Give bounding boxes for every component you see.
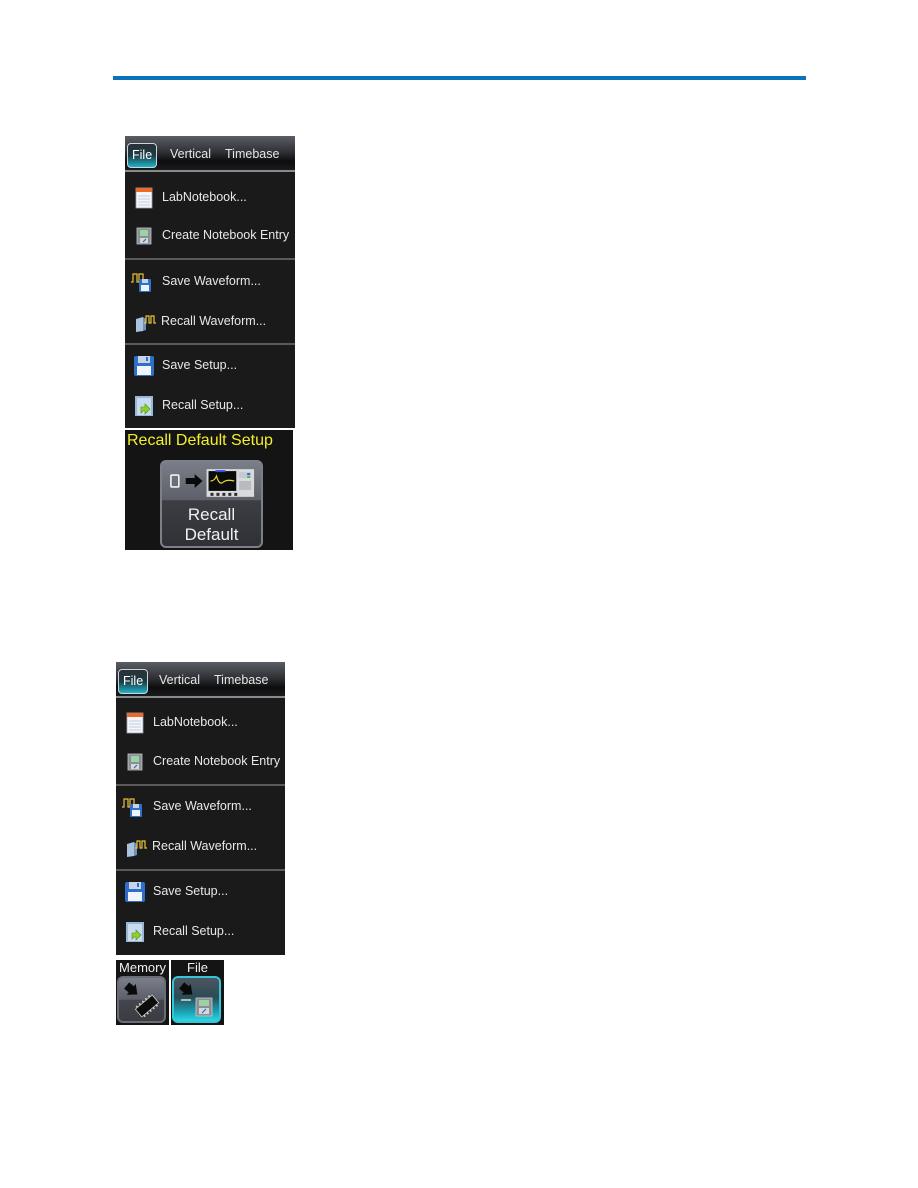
default-to-scope-icon [170,469,255,497]
save-setup-icon [134,356,154,376]
tab-file[interactable]: File [127,143,158,168]
menu-item-recall-setup[interactable]: Recall Setup... [116,912,285,952]
menu-item-save-setup[interactable]: Save Setup... [125,346,295,386]
menu-bar: File Vertical Timebase [116,662,285,698]
recall-waveform-icon [136,315,156,332]
file-disk-icon [179,982,213,1017]
memory-destination: Memory [116,960,169,1025]
menu-item-label: Recall Setup... [153,924,235,938]
recall-setup-icon [135,396,153,416]
menu-item-label: LabNotebook... [162,190,247,204]
menu-item-labnotebook[interactable]: LabNotebook... [116,703,285,743]
file-destination: File [171,960,224,1025]
recall-default-button[interactable]: Recall Default [160,460,263,548]
menu-item-labnotebook[interactable]: LabNotebook... [125,178,295,218]
menu-item-recall-setup[interactable]: Recall Setup... [125,386,295,426]
save-setup-icon [125,882,145,902]
save-waveform-icon [122,798,142,817]
recall-default-button-label: Recall Default [162,505,261,545]
menu-item-label: Recall Setup... [162,398,244,412]
menu-item-label: Recall Waveform... [161,314,267,328]
menu-item-label: Create Notebook Entry [162,228,290,242]
lab-notebook-icon [135,187,153,209]
memory-button[interactable] [117,976,166,1023]
menu-item-label: Save Setup... [153,884,229,898]
header-rule [113,76,806,80]
memory-chip-icon [124,982,160,1018]
tab-timebase[interactable]: Timebase [221,143,283,166]
recall-setup-icon [126,922,144,942]
menu-item-save-waveform[interactable]: Save Waveform... [116,787,285,827]
menu-divider [125,258,295,260]
menu-bar-separator [125,170,295,172]
menu-item-create-notebook-entry[interactable]: Create Notebook Entry [125,216,295,256]
menu-divider [116,784,285,786]
tab-vertical[interactable]: Vertical [166,143,215,166]
menu-item-label: Create Notebook Entry [153,754,281,768]
menu-divider [125,343,295,345]
menu-item-recall-waveform[interactable]: Recall Waveform... [125,302,295,342]
menu-item-label: Save Waveform... [153,799,252,813]
notebook-entry-icon [136,227,152,245]
save-waveform-icon [131,273,151,292]
file-menu-panel-2: File Vertical Timebase LabNotebook... Cr… [116,662,285,955]
tab-timebase[interactable]: Timebase [210,669,272,692]
button-label-line-1: Recall [187,505,236,524]
file-button[interactable] [172,976,221,1023]
button-label-line-2: Default [184,525,239,544]
memory-caption: Memory [119,960,166,975]
menu-bar: File Vertical Timebase [125,136,295,172]
tab-vertical[interactable]: Vertical [155,669,204,692]
menu-item-save-setup[interactable]: Save Setup... [116,872,285,912]
notebook-entry-icon [127,753,143,771]
recall-default-setup-panel: Recall Default Setup Recall Default [125,430,293,550]
menu-item-label: Save Setup... [162,358,238,372]
menu-item-create-notebook-entry[interactable]: Create Notebook Entry [116,742,285,782]
menu-item-label: Recall Waveform... [152,839,258,853]
recall-default-setup-title: Recall Default Setup [127,432,273,449]
lab-notebook-icon [126,712,144,734]
file-menu-panel-1: File Vertical Timebase LabNotebook... Cr… [125,136,295,428]
recall-waveform-icon [127,840,147,857]
menu-item-label: Save Waveform... [162,274,261,288]
menu-item-save-waveform[interactable]: Save Waveform... [125,262,295,302]
menu-divider [116,869,285,871]
menu-item-label: LabNotebook... [153,715,238,729]
menu-bar-separator [116,696,285,698]
tab-file[interactable]: File [118,669,149,694]
file-caption: File [187,960,208,975]
menu-item-recall-waveform[interactable]: Recall Waveform... [116,827,285,867]
